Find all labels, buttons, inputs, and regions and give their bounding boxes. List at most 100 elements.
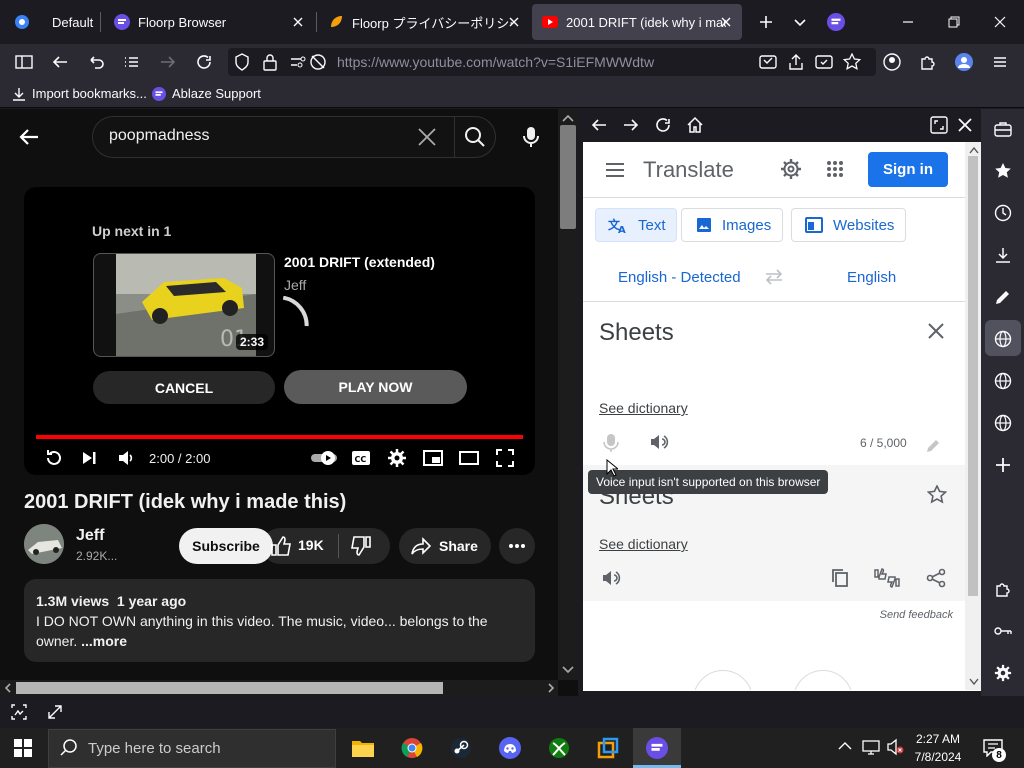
bookmark-star-icon[interactable]: [840, 50, 864, 74]
more-link[interactable]: ...more: [81, 633, 127, 649]
network-icon[interactable]: [862, 738, 880, 756]
new-tab-plus-icon[interactable]: [754, 10, 778, 34]
next-video-title[interactable]: 2001 DRIFT (extended): [284, 254, 435, 270]
close-icon[interactable]: [290, 14, 306, 30]
forward-icon[interactable]: [156, 50, 180, 74]
next-video-thumbnail[interactable]: 01 2:33: [93, 253, 275, 357]
xbox-app-icon[interactable]: [541, 732, 577, 764]
progress-track[interactable]: [36, 435, 523, 439]
channel-name[interactable]: Jeff: [76, 527, 104, 545]
share-button[interactable]: Share: [399, 528, 491, 564]
chevron-down-icon[interactable]: [788, 10, 812, 34]
screenshot-icon[interactable]: [10, 703, 28, 721]
save-translation-star-icon[interactable]: [927, 485, 947, 505]
hamburger-menu-icon[interactable]: [605, 162, 625, 178]
resize-expand-icon[interactable]: [46, 703, 64, 721]
bookmark-ablaze[interactable]: Ablaze Support: [152, 86, 261, 101]
saved-button[interactable]: [793, 670, 853, 690]
passwords-key-icon[interactable]: [991, 619, 1015, 643]
swap-languages-icon[interactable]: [764, 269, 784, 285]
account-icon[interactable]: [880, 50, 904, 74]
chrome-icon[interactable]: [394, 732, 430, 764]
history-button[interactable]: [693, 670, 753, 690]
steam-icon[interactable]: [443, 732, 479, 764]
floorp-icon[interactable]: [824, 10, 848, 34]
vertical-scrollbar[interactable]: [558, 109, 578, 680]
dislike-icon[interactable]: [350, 535, 372, 557]
close-icon[interactable]: [506, 14, 522, 30]
close-icon[interactable]: [718, 14, 734, 30]
minimize-icon[interactable]: [896, 10, 920, 34]
tab-floorp-browser[interactable]: Floorp Browser: [104, 4, 314, 40]
sidebar-icon[interactable]: [12, 50, 36, 74]
bookmark-import[interactable]: Import bookmarks...: [12, 86, 147, 101]
sign-in-button[interactable]: Sign in: [868, 152, 948, 187]
cancel-button[interactable]: CANCEL: [93, 371, 275, 404]
save-to-pocket-icon[interactable]: [812, 50, 836, 74]
horizontal-scrollbar[interactable]: [0, 680, 558, 696]
channel-avatar[interactable]: [24, 524, 64, 564]
miniplayer-icon[interactable]: [423, 449, 443, 467]
close-window-icon[interactable]: [988, 10, 1012, 34]
scroll-down-icon[interactable]: [969, 678, 979, 686]
tab-list-icon[interactable]: [120, 50, 144, 74]
share-upload-icon[interactable]: [784, 50, 808, 74]
tab-text[interactable]: 文A Text: [595, 208, 677, 242]
share-icon[interactable]: [926, 568, 946, 588]
scroll-thumb[interactable]: [560, 125, 576, 229]
target-language[interactable]: English: [847, 269, 896, 286]
send-feedback-link[interactable]: Send feedback: [880, 609, 953, 621]
web-panel-globe-icon[interactable]: [991, 327, 1015, 351]
scroll-up-icon[interactable]: [969, 146, 979, 154]
clock-time[interactable]: 2:27 AM: [908, 732, 968, 746]
floorp-icon[interactable]: [639, 732, 675, 764]
see-dictionary-link[interactable]: See dictionary: [599, 536, 688, 552]
autoplay-blocked-icon[interactable]: [306, 50, 330, 74]
expand-panel-icon[interactable]: [930, 116, 948, 134]
reload-icon[interactable]: [654, 116, 672, 134]
shield-icon[interactable]: [230, 50, 254, 74]
lock-icon[interactable]: [258, 50, 282, 74]
reload-icon[interactable]: [192, 50, 216, 74]
scroll-thumb[interactable]: [16, 682, 443, 694]
more-actions-button[interactable]: [499, 528, 535, 564]
bookmarks-star-icon[interactable]: [991, 159, 1015, 183]
tab-floorp-privacy[interactable]: Floorp プライバシーポリシー: [318, 4, 530, 40]
autoplay-toggle[interactable]: [310, 450, 338, 466]
profile-avatar-icon[interactable]: [952, 50, 976, 74]
play-now-button[interactable]: PLAY NOW: [284, 370, 467, 404]
subscribe-button[interactable]: Subscribe: [179, 528, 273, 564]
clear-search-icon[interactable]: [416, 126, 438, 148]
close-panel-icon[interactable]: [956, 116, 974, 134]
addons-icon[interactable]: [991, 577, 1015, 601]
replay-icon[interactable]: [44, 448, 64, 468]
notes-pencil-icon[interactable]: [991, 285, 1015, 309]
undo-close-tab-icon[interactable]: [84, 50, 108, 74]
see-dictionary-link[interactable]: See dictionary: [599, 400, 688, 416]
back-icon[interactable]: [590, 117, 608, 133]
clear-text-icon[interactable]: [927, 322, 945, 340]
tab-default[interactable]: Default: [4, 4, 100, 40]
source-language[interactable]: English - Detected: [618, 269, 741, 286]
listen-speaker-icon[interactable]: [601, 569, 621, 587]
downloads-icon[interactable]: [991, 243, 1015, 267]
pencil-icon[interactable]: [925, 438, 941, 454]
reader-view-icon[interactable]: [756, 50, 780, 74]
scroll-left-icon[interactable]: [3, 683, 13, 693]
captions-icon[interactable]: CC: [351, 449, 371, 467]
hamburger-menu-icon[interactable]: [988, 50, 1012, 74]
web-panel-globe-icon[interactable]: [991, 369, 1015, 393]
discord-icon[interactable]: [492, 732, 528, 764]
forward-icon[interactable]: [622, 117, 640, 133]
panel-scrollbar[interactable]: [965, 142, 981, 690]
search-icon[interactable]: [464, 126, 486, 148]
web-panel-globe-icon[interactable]: [991, 411, 1015, 435]
windows-start-icon[interactable]: [5, 732, 41, 764]
settings-gear-icon[interactable]: [780, 158, 802, 180]
history-clock-icon[interactable]: [991, 201, 1015, 225]
scroll-down-icon[interactable]: [560, 665, 576, 675]
tab-youtube[interactable]: 2001 DRIFT (idek why i made t: [532, 4, 742, 40]
volume-muted-icon[interactable]: [886, 738, 904, 756]
scroll-right-icon[interactable]: [546, 683, 556, 693]
microphone-icon[interactable]: [522, 126, 540, 148]
